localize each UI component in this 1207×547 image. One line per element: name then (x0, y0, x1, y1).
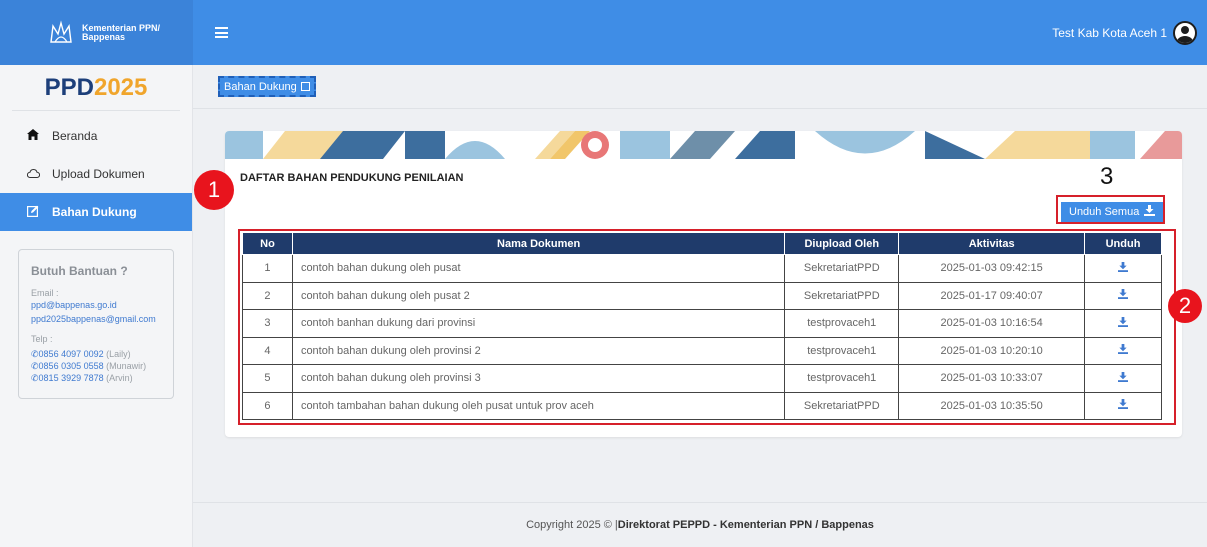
help-phone-3[interactable]: ✆0815 3929 7878 (Arvin) (31, 372, 161, 384)
annotation-label-3: 3 (1100, 163, 1114, 190)
menu-toggle-icon[interactable] (215, 27, 228, 38)
sidebar-title-ppd: PPD (44, 73, 94, 101)
whatsapp-icon: ✆ (31, 349, 39, 359)
book-icon (300, 82, 310, 91)
brand-text: Kementerian PPN/ Bappenas (82, 23, 160, 42)
help-title: Butuh Bantuan ? (31, 264, 128, 278)
footer-organization: Direktorat PEPPD - Kementerian PPN / Bap… (617, 519, 874, 531)
annotation-box-table (238, 229, 1176, 425)
user-avatar-icon[interactable] (1173, 21, 1197, 45)
phone-number: 0856 0305 0558 (38, 361, 104, 371)
phone-contact-name: (Munawir) (106, 361, 147, 371)
help-phone-label: Telp : (31, 334, 53, 344)
sidebar-nav: Beranda Upload Dokumen Bahan Dukung (0, 117, 192, 231)
help-email-2[interactable]: ppd2025bappenas@gmail.com (31, 312, 161, 326)
breadcrumb: Bahan Dukung (193, 65, 1207, 109)
help-email-1[interactable]: ppd@bappenas.go.id (31, 298, 161, 312)
annotation-box-download-all (1056, 195, 1165, 224)
annotation-badge-1: 1 (194, 170, 234, 210)
sidebar-item-upload[interactable]: Upload Dokumen (0, 155, 192, 193)
sidebar-item-label: Beranda (52, 129, 98, 143)
footer: Copyright 2025 © | Direktorat PEPPD - Kem… (193, 502, 1207, 547)
brand[interactable]: Kementerian PPN/ Bappenas (0, 0, 193, 65)
user-menu[interactable]: Test Kab Kota Aceh 1 (1052, 21, 1197, 45)
sidebar-item-bahan-dukung[interactable]: Bahan Dukung (0, 193, 192, 231)
annotation-badge-2: 2 (1168, 289, 1202, 323)
help-box: Butuh Bantuan ? Email : ppd@bappenas.go.… (18, 249, 174, 399)
user-name: Test Kab Kota Aceh 1 (1052, 26, 1167, 40)
help-email-label: Email : (31, 288, 59, 298)
garuda-logo-icon (50, 19, 72, 43)
footer-copyright: Copyright 2025 © | (526, 519, 618, 531)
phone-contact-name: (Laily) (106, 349, 131, 359)
whatsapp-icon: ✆ (31, 373, 39, 383)
cloud-icon (26, 167, 40, 181)
sidebar-item-label: Upload Dokumen (52, 167, 145, 181)
help-phone-1[interactable]: ✆0856 4097 0092 (Laily) (31, 348, 161, 360)
card-title: DAFTAR BAHAN PENDUKUNG PENILAIAN (240, 172, 464, 184)
phone-number: 0815 3929 7878 (38, 373, 104, 383)
breadcrumb-bahan-dukung[interactable]: Bahan Dukung (218, 76, 316, 97)
whatsapp-icon: ✆ (31, 361, 39, 371)
sidebar: PPD 2025 Beranda Upload Dokumen Bahan Duk… (0, 65, 193, 547)
help-phone-2[interactable]: ✆0856 0305 0558 (Munawir) (31, 360, 161, 372)
sidebar-title-year: 2025 (93, 73, 148, 101)
breadcrumb-label: Bahan Dukung (224, 80, 297, 93)
sidebar-title: PPD 2025 (12, 65, 180, 111)
sidebar-item-beranda[interactable]: Beranda (0, 117, 192, 155)
home-icon (26, 129, 40, 143)
phone-contact-name: (Arvin) (106, 373, 133, 383)
phone-number: 0856 4097 0092 (38, 349, 104, 359)
top-navbar: Kementerian PPN/ Bappenas Test Kab Kota … (0, 0, 1207, 65)
edit-icon (26, 205, 40, 220)
brand-line-2: Bappenas (82, 31, 126, 42)
sidebar-item-label: Bahan Dukung (52, 205, 137, 219)
decorative-banner (225, 131, 1182, 159)
